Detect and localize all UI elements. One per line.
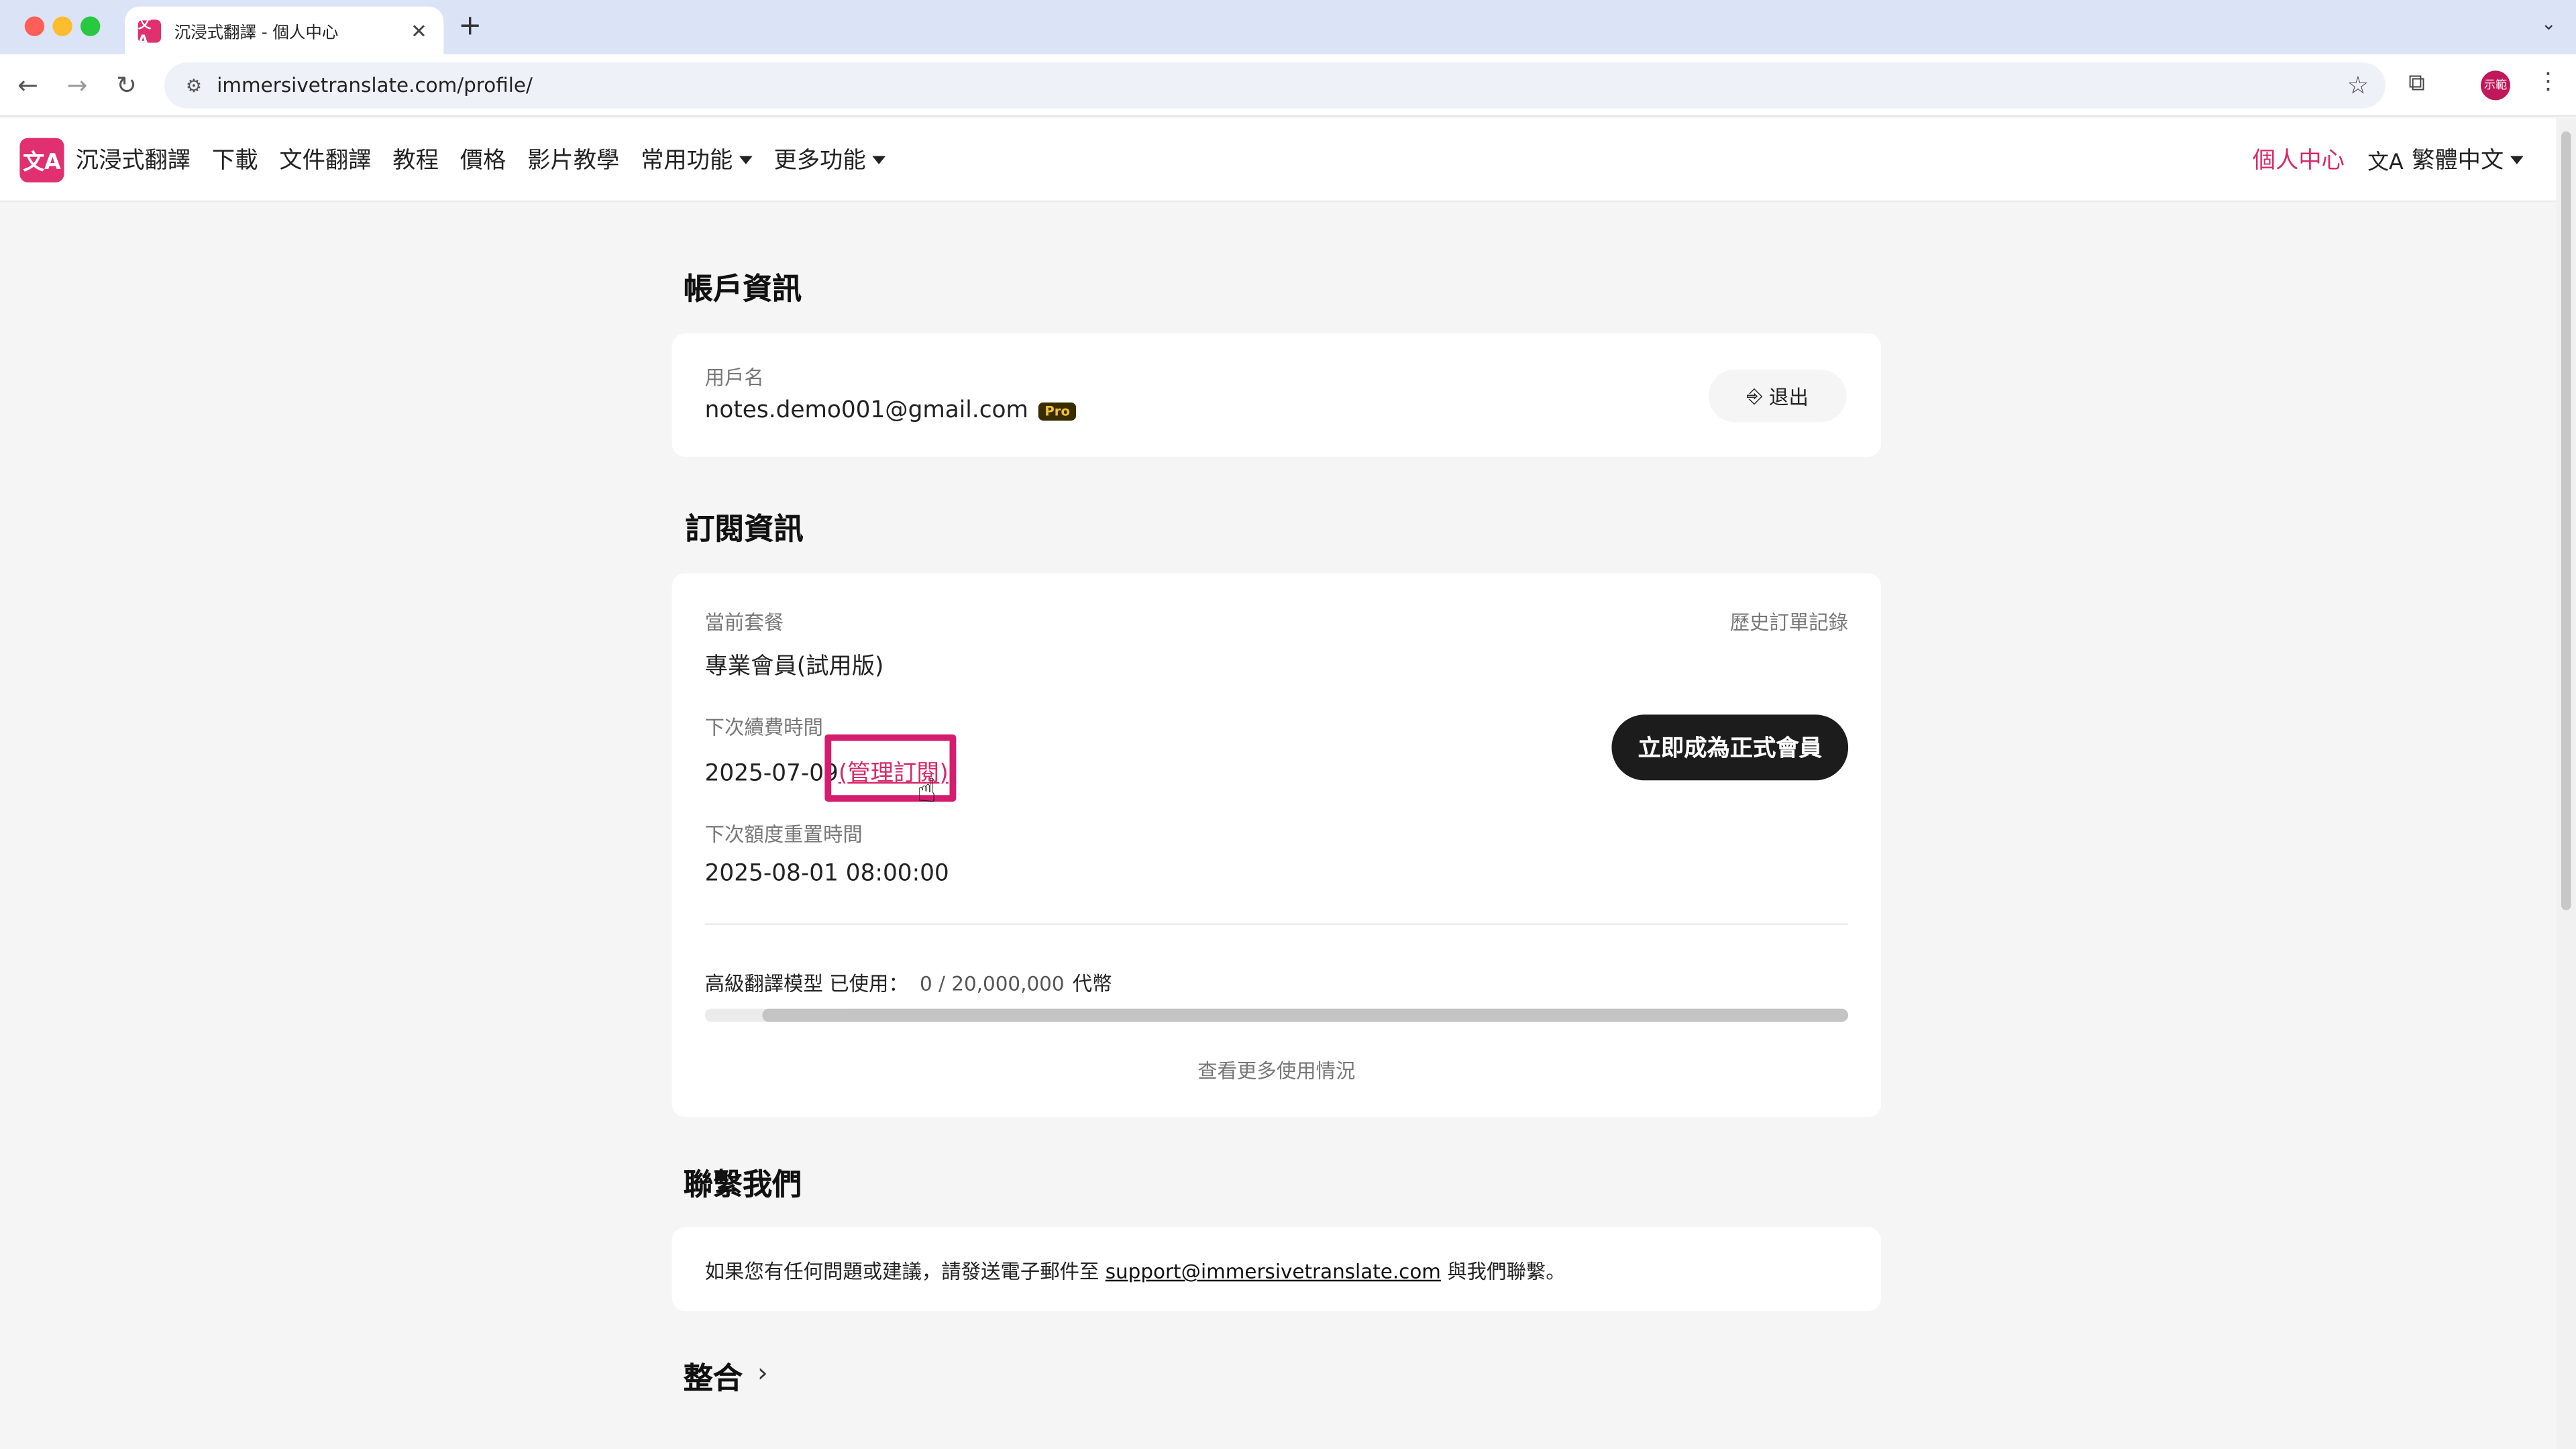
chevron-right-icon[interactable]: › (757, 1357, 768, 1389)
reset-time: 2025-08-01 08:00:00 (704, 861, 949, 888)
url-text[interactable]: immersivetranslate.com/profile/ (217, 74, 2347, 97)
browser-menu-icon[interactable]: ⋮ (2536, 69, 2559, 95)
logout-icon: ⎆ (1746, 383, 1763, 407)
language-label: 繁體中文 (2412, 148, 2504, 174)
contact-text-after: 與我們聯繫。 (1440, 1260, 1566, 1283)
site-settings-icon[interactable]: ⚙ (174, 74, 214, 96)
renew-date: 2025-07-09 (704, 760, 839, 788)
usage-label: 高級翻譯模型 已使用： (704, 972, 908, 996)
page-scrollbar-thumb[interactable] (2561, 131, 2571, 910)
usage-progress-bar (704, 1008, 1849, 1022)
pro-badge: Pro (1038, 401, 1077, 420)
caret-down-icon (872, 155, 886, 164)
site-header: 文A 沉浸式翻譯 下載 文件翻譯 教程 價格 影片教學 常用功能 更多功能 個人… (0, 118, 2557, 203)
back-arrow-icon[interactable]: ← (13, 70, 43, 100)
upgrade-membership-button[interactable]: 立即成為正式會員 (1611, 714, 1849, 781)
screen: 文A 沉浸式翻譯 - 個人中心 ✕ + ⌄ ← → ↻ ⚙ immersivet… (0, 0, 2576, 1449)
integration-section-title[interactable]: 整合 (684, 1355, 743, 1398)
support-email-link[interactable]: support@immersivetranslate.com (1106, 1260, 1441, 1283)
username-text: notes.demo001@gmail.com (704, 397, 1028, 424)
new-tab-icon[interactable]: + (458, 10, 482, 43)
nav-more-features-label: 更多功能 (773, 148, 866, 174)
browser-tab-active[interactable]: 文A 沉浸式翻譯 - 個人中心 ✕ (125, 6, 444, 54)
nav-common-features-label: 常用功能 (641, 148, 733, 174)
favicon-icon: 文A (138, 15, 162, 47)
contact-text-before: 如果您有任何問題或建議，請發送電子郵件至 (704, 1260, 1106, 1283)
usage-unit: 代幣 (1072, 972, 1112, 996)
nav-pricing[interactable]: 價格 (460, 143, 506, 176)
close-tab-icon[interactable]: ✕ (407, 19, 430, 42)
username-label: 用戶名 (704, 366, 764, 390)
extensions-puzzle-icon[interactable]: ⧉ (2408, 70, 2424, 97)
view-more-usage-link[interactable]: 查看更多使用情況 (672, 1057, 1881, 1085)
logout-label: 退出 (1769, 385, 1809, 409)
hand-pointer-cursor-icon: ☝ (916, 770, 937, 810)
nav-download[interactable]: 下載 (212, 143, 258, 176)
nav-tutorial[interactable]: 教程 (392, 143, 439, 176)
logo-icon[interactable]: 文A (19, 137, 64, 182)
contact-section-title: 聯繫我們 (683, 1168, 802, 1203)
browser-toolbar: ← → ↻ ⚙ immersivetranslate.com/profile/ … (0, 54, 2576, 117)
brand-name[interactable]: 沉浸式翻譯 (76, 143, 191, 176)
minimize-window-button[interactable] (52, 16, 72, 36)
subscription-card: 當前套餐 歷史訂單記錄 專業會員(試用版) 下次續費時間 2025-07-09(… (672, 573, 1882, 1118)
account-section-title: 帳戶資訊 (683, 272, 802, 307)
translate-icon: 文A (2367, 150, 2404, 175)
maximize-window-button[interactable] (80, 16, 101, 36)
username-value: notes.demo001@gmail.com Pro (705, 398, 1077, 424)
nav-document-translate[interactable]: 文件翻譯 (279, 143, 371, 176)
contact-text: 如果您有任何問題或建議，請發送電子郵件至 support@immersivetr… (705, 1256, 1566, 1285)
divider (704, 923, 1849, 925)
language-selector[interactable]: 繁體中文 (2412, 143, 2524, 176)
nav-more-features-dropdown[interactable]: 更多功能 (773, 143, 886, 176)
logout-button[interactable]: ⎆ 退出 (1708, 370, 1847, 423)
forward-arrow-icon[interactable]: → (62, 70, 92, 100)
close-window-button[interactable] (24, 16, 45, 36)
tab-title: 沉浸式翻譯 - 個人中心 (174, 24, 339, 43)
subscription-section-title: 訂閱資訊 (685, 513, 804, 547)
renew-label: 下次續費時間 (704, 716, 823, 740)
usage-value: 0 / 20,000,000 (920, 972, 1065, 996)
contact-card: 如果您有任何問題或建議，請發送電子郵件至 support@immersivetr… (672, 1227, 1882, 1311)
browser-tabstrip: 文A 沉浸式翻譯 - 個人中心 ✕ + ⌄ (0, 0, 2576, 54)
address-bar[interactable]: ⚙ immersivetranslate.com/profile/ ☆ (164, 62, 2385, 109)
usage-line: 高級翻譯模型 已使用： 0 / 20,000,000 代幣 (705, 969, 1112, 998)
caret-down-icon (2510, 155, 2524, 164)
tab-search-icon[interactable]: ⌄ (2541, 13, 2557, 35)
reload-icon[interactable]: ↻ (112, 70, 142, 100)
header-right: 個人中心 文A 繁體中文 (2253, 143, 2524, 176)
profile-avatar[interactable]: 示範 (2480, 70, 2511, 101)
profile-center-link[interactable]: 個人中心 (2253, 143, 2345, 176)
usage-progress-fill (762, 1008, 1849, 1022)
reset-label: 下次額度重置時間 (704, 822, 863, 847)
nav-video-tutorial[interactable]: 影片教學 (527, 143, 619, 176)
nav-common-features-dropdown[interactable]: 常用功能 (641, 143, 753, 176)
order-history-link[interactable]: 歷史訂單記錄 (1730, 608, 1848, 636)
bookmark-star-icon[interactable]: ☆ (2347, 70, 2369, 100)
account-card: 用戶名 notes.demo001@gmail.com Pro ⎆ 退出 (672, 333, 1882, 457)
plan-label: 當前套餐 (704, 611, 784, 635)
plan-value: 專業會員(試用版) (704, 653, 884, 680)
caret-down-icon (739, 155, 753, 164)
